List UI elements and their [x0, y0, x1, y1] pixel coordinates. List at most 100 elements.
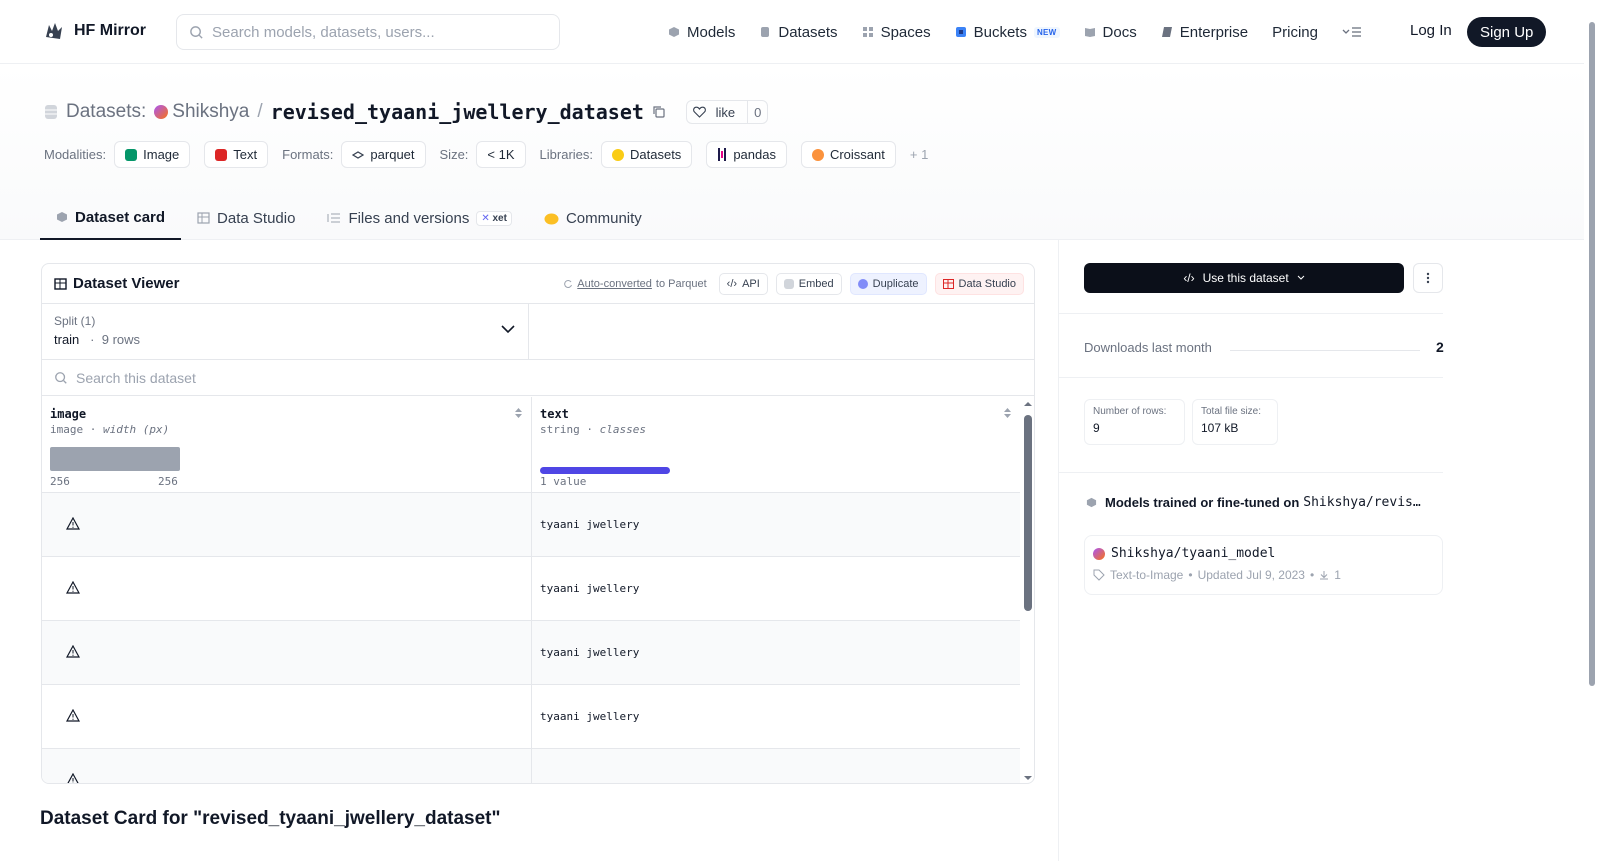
owner-name: Shikshya	[172, 101, 250, 122]
nav-pricing[interactable]: Pricing	[1272, 24, 1318, 41]
tag-parquet[interactable]: parquet	[341, 141, 426, 168]
nav-spaces[interactable]: Spaces	[862, 24, 931, 41]
scroll-thumb[interactable]	[1024, 415, 1032, 611]
embed-button[interactable]: Embed	[775, 273, 842, 295]
table-scrollbar[interactable]	[1021, 397, 1035, 783]
dataset-name[interactable]: revised_tyaani_jwellery_dataset	[271, 100, 644, 124]
text-cell: tyaani jwellery	[540, 518, 640, 531]
tab-files-label: Files and versions	[348, 209, 470, 227]
histogram-bar[interactable]	[50, 447, 180, 471]
viewer-actions: Auto-converted to Parquet ‹/› API Embed …	[563, 273, 1024, 295]
like-button[interactable]: like 0	[685, 100, 769, 124]
auto-converted-link[interactable]: Auto-converted	[577, 278, 652, 290]
duplicate-icon	[857, 279, 868, 289]
image-cell	[42, 685, 532, 748]
split-rows: 9 rows	[101, 332, 141, 347]
tag-pandas[interactable]: pandas	[706, 141, 787, 168]
scroll-up-icon[interactable]	[1021, 399, 1035, 409]
text-cell: tyaani jwellery	[540, 710, 640, 723]
more-tags[interactable]: + 1	[910, 147, 928, 162]
scroll-down-icon[interactable]	[1021, 773, 1035, 783]
kebab-icon	[1426, 272, 1430, 284]
sidebar-separator	[1058, 377, 1443, 378]
tag-icon	[1093, 569, 1105, 581]
tag-text[interactable]: Text	[204, 141, 269, 168]
nav-datasets[interactable]: Datasets	[759, 24, 838, 41]
tab-dataset-card-label: Dataset card	[75, 208, 166, 226]
text-cell: tyaani jwellery	[540, 582, 640, 595]
model-name[interactable]: Shikshya/tyaani_model	[1111, 546, 1275, 561]
size-stat: Total file size: 107 kB	[1192, 399, 1278, 445]
class-distribution-bar[interactable]	[540, 467, 670, 474]
global-search[interactable]	[176, 14, 560, 50]
tag-image[interactable]: Image	[114, 141, 191, 168]
nav-more[interactable]	[1342, 26, 1362, 38]
parquet-icon	[352, 150, 365, 159]
dataset-viewer: Dataset Viewer Auto-converted to Parquet…	[41, 263, 1035, 784]
viewer-search[interactable]	[42, 360, 1034, 396]
column-image[interactable]: image image · width (px) 256 256	[42, 397, 532, 492]
database-icon	[45, 105, 57, 119]
class-count: 1 value	[540, 475, 587, 488]
table-row[interactable]: tyaani jwellery	[42, 621, 1020, 685]
duplicate-button[interactable]: Duplicate	[849, 273, 927, 295]
tag-pandas-label: pandas	[733, 147, 776, 162]
search-icon	[190, 25, 203, 39]
tab-community[interactable]: Community	[528, 196, 658, 240]
tag-size-label: < 1K	[487, 147, 515, 162]
size-stat-value: 107 kB	[1201, 421, 1239, 435]
dataset-tags: Modalities: Image Text Formats: parquet …	[44, 141, 930, 168]
use-dataset-button[interactable]: ‹/› Use this dataset	[1084, 263, 1404, 293]
api-button[interactable]: ‹/› API	[718, 273, 768, 295]
tag-datasets-lib[interactable]: Datasets	[601, 141, 693, 168]
tag-croissant[interactable]: Croissant	[800, 141, 896, 168]
split-selector-row: Split (1) train · 9 rows	[42, 304, 1034, 360]
split-name: train	[54, 332, 80, 347]
table-icon	[942, 279, 954, 289]
signup-button[interactable]: Sign Up	[1467, 17, 1547, 47]
table-row[interactable]: tyaani jwellery	[42, 557, 1020, 621]
split-selector[interactable]: Split (1) train · 9 rows	[42, 304, 529, 359]
embed-icon	[783, 279, 794, 289]
page-title: Datasets: Shikshya / revised_tyaani_jwel…	[44, 100, 769, 124]
column-stat-label: classes	[599, 423, 646, 436]
image-icon	[125, 148, 138, 161]
data-table: image image · width (px) 256 256 text st…	[42, 397, 1020, 783]
copy-icon[interactable]	[652, 105, 666, 119]
sort-icon[interactable]	[514, 407, 523, 419]
tab-data-studio[interactable]: Data Studio	[181, 196, 311, 240]
tab-files[interactable]: Files and versions ✕ xet	[311, 196, 528, 240]
nav-models[interactable]: Models	[668, 24, 735, 41]
more-options-button[interactable]	[1413, 263, 1443, 293]
column-text[interactable]: text string · classes 1 value	[532, 397, 1020, 492]
viewer-search-input[interactable]	[76, 369, 676, 386]
rows-stat-label: Number of rows:	[1093, 406, 1167, 417]
tag-size[interactable]: < 1K	[476, 141, 526, 168]
formats-label: Formats:	[282, 147, 334, 162]
owner-link[interactable]: Shikshya	[154, 101, 249, 123]
site-logo[interactable]: HF Mirror	[42, 19, 146, 43]
repo-type-label: Datasets:	[66, 101, 147, 122]
table-row[interactable]: tyaani jwellery	[42, 685, 1020, 749]
page-scrollbar[interactable]	[1584, 0, 1600, 861]
table-row[interactable]	[42, 749, 1020, 783]
auto-converted-suffix: to Parquet	[655, 278, 707, 290]
login-link[interactable]: Log In	[1410, 22, 1452, 39]
refresh-icon	[564, 280, 573, 289]
book-icon	[1084, 28, 1095, 37]
sort-icon[interactable]	[1003, 407, 1012, 419]
nav-pricing-label: Pricing	[1272, 23, 1318, 41]
tag-image-label: Image	[143, 147, 180, 162]
nav-docs[interactable]: Docs	[1084, 24, 1137, 41]
page-scroll-thumb[interactable]	[1589, 22, 1595, 686]
text-cell	[532, 749, 1020, 783]
data-studio-button[interactable]: Data Studio	[934, 273, 1024, 295]
viewer-title-label: Dataset Viewer	[73, 275, 180, 292]
model-card[interactable]: Shikshya/tyaani_model Text-to-Image • Up…	[1084, 535, 1443, 595]
search-input[interactable]	[212, 23, 552, 41]
column-type-sep: ·	[89, 423, 97, 436]
nav-enterprise[interactable]: Enterprise	[1161, 24, 1248, 41]
table-row[interactable]: tyaani jwellery	[42, 493, 1020, 557]
tab-dataset-card[interactable]: Dataset card	[40, 196, 182, 240]
nav-buckets[interactable]: Buckets NEW	[955, 24, 1060, 41]
